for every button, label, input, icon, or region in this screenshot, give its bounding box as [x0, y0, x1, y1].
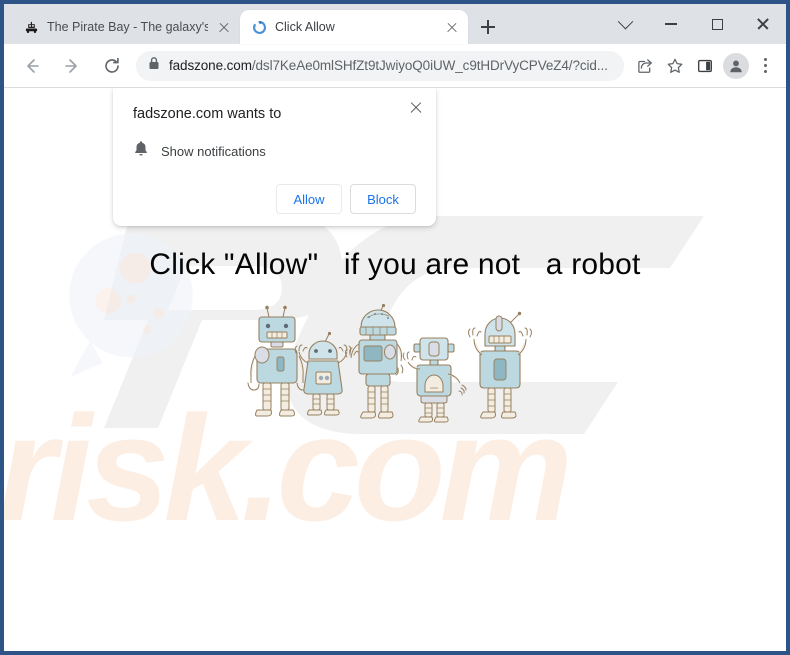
close-icon — [756, 17, 770, 31]
reload-button[interactable] — [96, 50, 128, 82]
side-panel-icon — [698, 59, 712, 72]
permission-label: Show notifications — [161, 143, 266, 159]
minimize-icon — [665, 23, 677, 25]
forward-button[interactable] — [56, 50, 88, 82]
minimize-button[interactable] — [648, 4, 694, 44]
tab-strip: The Pirate Bay - The galaxy's mo Click A… — [4, 4, 786, 44]
browser-toolbar: fadszone.com/dsl7KeAe0mlSHfZt9tJwiyoQ0iU… — [4, 44, 786, 88]
new-tab-button[interactable] — [474, 13, 502, 41]
star-icon — [667, 58, 683, 73]
dialog-actions: Allow Block — [133, 184, 420, 214]
back-arrow-icon — [27, 58, 39, 73]
pirate-ship-icon — [23, 19, 39, 35]
lock-icon — [148, 56, 160, 75]
address-bar-url: fadszone.com/dsl7KeAe0mlSHfZt9tJwiyoQ0iU… — [169, 51, 608, 81]
reload-icon — [105, 57, 119, 73]
tab-title: The Pirate Bay - The galaxy's mo — [47, 20, 208, 34]
share-button[interactable] — [630, 51, 660, 81]
page-viewport: risk.com Click "Allow" if you are not a … — [4, 88, 786, 651]
profile-avatar[interactable] — [723, 52, 749, 79]
notification-permission-dialog: fadszone.com wants to Show notifications… — [113, 88, 436, 226]
address-bar[interactable]: fadszone.com/dsl7KeAe0mlSHfZt9tJwiyoQ0iU… — [136, 50, 624, 81]
back-button[interactable] — [16, 50, 48, 82]
profile-avatar-icon — [730, 60, 742, 72]
url-host: fadszone.com — [169, 57, 252, 73]
block-button[interactable]: Block — [350, 184, 416, 214]
cartoon-robots-illustration: .bd { fill:#bcd8e0; stroke:#97805f; stro… — [247, 304, 532, 423]
tab-close-icon[interactable] — [216, 19, 232, 35]
url-path: /dsl7KeAe0mlSHfZt9tJwiyoQ0iUW_c9tHDrVyCP… — [251, 57, 608, 73]
share-icon — [638, 58, 652, 73]
dialog-close-button[interactable] — [408, 100, 424, 116]
menu-dot — [763, 70, 767, 73]
chrome-reload-icon — [251, 19, 267, 35]
window-controls — [602, 4, 786, 44]
menu-dot — [763, 58, 767, 61]
side-panel-button[interactable] — [690, 51, 720, 81]
page-title: Click "Allow" if you are not a robot — [149, 248, 641, 281]
dialog-title: fadszone.com wants to — [133, 106, 282, 122]
maximize-button[interactable] — [694, 4, 740, 44]
tab-pirate-bay[interactable]: The Pirate Bay - The galaxy's mo — [12, 10, 240, 44]
allow-button[interactable]: Allow — [276, 184, 342, 214]
bookmark-button[interactable] — [660, 51, 690, 81]
browser-window: The Pirate Bay - The galaxy's mo Click A… — [0, 0, 790, 655]
maximize-icon — [711, 18, 723, 30]
close-window-button[interactable] — [740, 4, 786, 44]
menu-dot — [763, 64, 767, 67]
tab-close-icon[interactable] — [444, 19, 460, 35]
tab-click-allow[interactable]: Click Allow — [240, 10, 468, 44]
chevron-down-icon — [617, 13, 633, 29]
forward-arrow-icon — [65, 58, 77, 73]
bell-icon — [133, 140, 149, 162]
tab-search-button[interactable] — [602, 4, 648, 44]
three-dot-menu-button[interactable] — [752, 51, 778, 81]
permission-row: Show notifications — [133, 140, 420, 162]
tab-title: Click Allow — [275, 20, 335, 34]
